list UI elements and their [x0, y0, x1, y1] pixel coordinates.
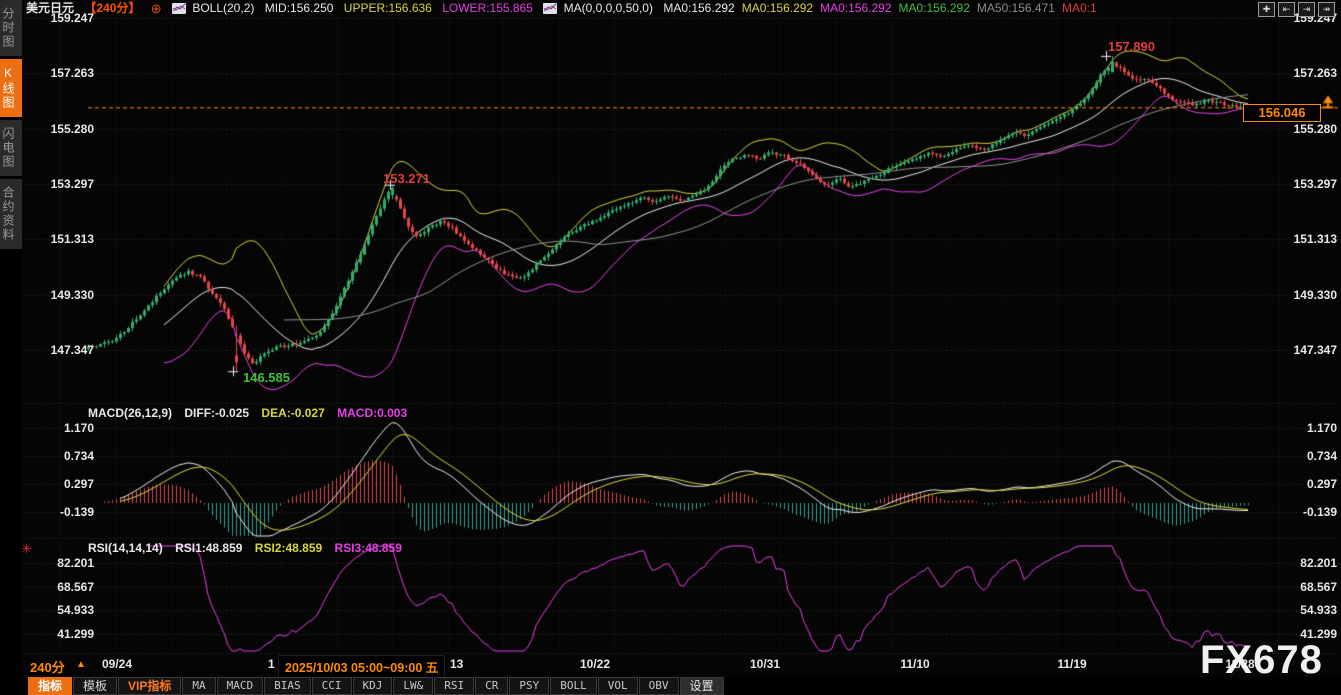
xaxis-date-label: 11/10 — [900, 657, 929, 671]
last-price-tag: 156.046 — [1243, 104, 1321, 122]
pan-right-icon[interactable]: ↠ — [1318, 2, 1335, 17]
toolbar-tab-RSI[interactable]: RSI — [434, 677, 474, 695]
circle-plus-icon[interactable]: ⊕ — [151, 1, 162, 16]
sidebar: 分时图 K线图闪电图合约资料 — [0, 0, 22, 695]
boll-mid-value: MID:156.250 — [265, 1, 334, 16]
xaxis-partial-label: 13 — [450, 657, 463, 671]
xaxis-date-label: 11/19 — [1057, 657, 1086, 671]
axis-left-icon[interactable]: ⇤ — [1278, 2, 1295, 17]
ma-values: MA0:156.292 MA0:156.292 MA0:156.292 MA0:156… — [663, 2, 1103, 16]
ma-value: MA0:156.292 — [663, 1, 734, 16]
macd-dea-value: DEA:-0.027 — [261, 406, 324, 420]
xaxis-date-label: 11/28 — [1225, 657, 1254, 671]
period-badge[interactable]: 【240分】 — [84, 1, 140, 16]
boll-upper-value: UPPER:156.636 — [344, 1, 432, 16]
toolbar-tab-BOLL[interactable]: BOLL — [550, 677, 597, 695]
toolbar-tab-模板[interactable]: 模板 — [73, 677, 117, 695]
xaxis-date-label: 10/22 — [580, 657, 610, 671]
ma-value: MA50:156.471 — [977, 1, 1055, 16]
sidebar-item-2[interactable]: 闪电图 — [0, 120, 22, 176]
toolbar-tab-OBV[interactable]: OBV — [639, 677, 679, 695]
macd-macd-value: MACD:0.003 — [337, 406, 407, 420]
toolbar-tab-KDJ[interactable]: KDJ — [353, 677, 393, 695]
boll-lower-value: LOWER:155.865 — [442, 1, 533, 16]
xaxis-partial-label: 1 — [268, 657, 275, 671]
ma-value: MA0:1 — [1062, 1, 1097, 16]
indicator-toolbar: 指标模板VIP指标MAMACDBIASCCIKDJLW&RSICRPSYBOLL… — [0, 677, 1341, 695]
period-up-arrow-icon[interactable]: ▲ — [76, 659, 86, 670]
ma-value: MA0:156.292 — [820, 1, 891, 16]
toolbar-tab-CCI[interactable]: CCI — [312, 677, 352, 695]
toolbar-tab-MACD[interactable]: MACD — [217, 677, 264, 695]
xaxis-date-label: 09/24 — [102, 657, 132, 671]
rsi-header: RSI(14,14,14) RSI1:48.859 RSI2:48.859 RS… — [88, 541, 411, 555]
sidebar-item-3[interactable]: 合约资料 — [0, 179, 22, 249]
rsi-label: RSI(14,14,14) — [88, 541, 163, 555]
macd-label: MACD(26,12,9) — [88, 406, 172, 420]
macd-diff-value: DIFF:-0.025 — [184, 406, 249, 420]
kline-chart-canvas[interactable] — [22, 0, 1341, 655]
move-icon[interactable]: ✚ — [1258, 2, 1275, 17]
chart-corner-tools: ✚⇤⇥↠ — [1255, 1, 1335, 17]
rsi3-value: RSI3:48.859 — [335, 541, 402, 555]
toolbar-tab-VIP指标[interactable]: VIP指标 — [118, 677, 181, 695]
boll-label: BOLL(20,2) — [192, 1, 254, 16]
ma-label: MA(0,0,0,0,50,0) — [564, 1, 653, 16]
chart-icon[interactable] — [543, 3, 557, 18]
bar-date-tooltip: 2025/10/03 05:00~09:00 五 — [278, 655, 445, 678]
axis-right-icon[interactable]: ⇥ — [1298, 2, 1315, 17]
toolbar-tab-指标[interactable]: 指标 — [28, 677, 72, 695]
sidebar-item-1[interactable]: K线图 — [0, 59, 22, 117]
toolbar-tab-VOL[interactable]: VOL — [598, 677, 638, 695]
live-indicator-icon: ✳ — [21, 541, 32, 557]
xaxis-date-label: 10/31 — [750, 657, 780, 671]
period-selector[interactable]: 240分 — [30, 657, 65, 676]
toolbar-tab-MA[interactable]: MA — [182, 677, 215, 695]
toolbar-tab-CR[interactable]: CR — [475, 677, 508, 695]
macd-header: MACD(26,12,9) DIFF:-0.025 DEA:-0.027 MAC… — [88, 406, 416, 420]
chart-icon[interactable] — [172, 3, 186, 18]
ma-value: MA0:156.292 — [742, 1, 813, 16]
symbol-title: 美元日元 — [26, 1, 74, 16]
toolbar-tab-PSY[interactable]: PSY — [509, 677, 549, 695]
sidebar-item-0[interactable]: 分时图 — [0, 0, 22, 56]
rsi1-value: RSI1:48.859 — [175, 541, 242, 555]
ma-value: MA0:156.292 — [899, 1, 970, 16]
rsi2-value: RSI2:48.859 — [255, 541, 322, 555]
time-axis: 240分 ▲ 1 2025/10/03 05:00~09:00 五 13 09/… — [0, 653, 1341, 677]
chart-header: 美元日元 【240分】 ⊕ BOLL(20,2) MID:156.250 UPP… — [26, 1, 1337, 17]
toolbar-tab-LW&[interactable]: LW& — [393, 677, 433, 695]
toolbar-tab-BIAS[interactable]: BIAS — [264, 677, 311, 695]
app-window: 分时图 K线图闪电图合约资料 美元日元 【240分】 ⊕ BOLL(20,2) M… — [0, 0, 1341, 695]
toolbar-tab-设置[interactable]: 设置 — [680, 677, 724, 695]
